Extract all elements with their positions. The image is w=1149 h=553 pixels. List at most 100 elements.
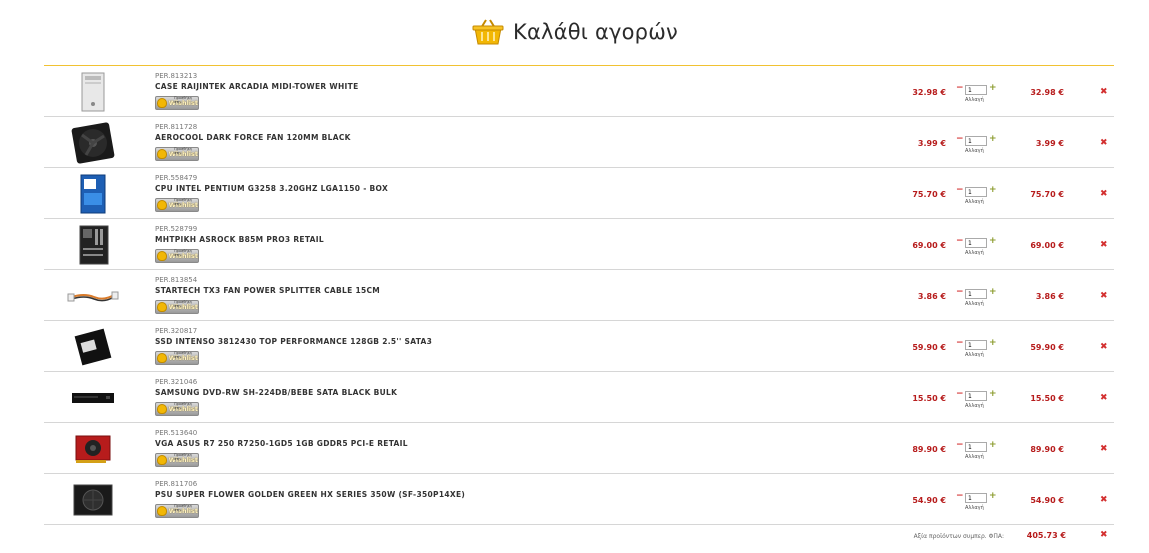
decrease-qty-button[interactable]: − xyxy=(956,236,964,246)
row-total: 54.90 € xyxy=(1030,496,1064,505)
product-name[interactable]: STARTECH TX3 FAN POWER SPLITTER CABLE 15… xyxy=(155,285,755,296)
increase-qty-button[interactable]: + xyxy=(989,134,997,144)
update-qty-link[interactable]: Αλλαγή xyxy=(965,97,984,103)
row-total: 32.98 € xyxy=(1030,88,1064,97)
heart-icon xyxy=(157,251,167,261)
fan-icon[interactable] xyxy=(64,122,122,164)
wishlist-button[interactable]: Προσθήκη στη Wishlist xyxy=(155,147,199,161)
ssd-icon[interactable] xyxy=(64,326,122,368)
decrease-qty-button[interactable]: − xyxy=(956,338,964,348)
quantity-input[interactable] xyxy=(965,136,987,146)
power-supply-icon[interactable] xyxy=(64,479,122,521)
summary-label: Αξία προϊόντων συμπερ. ΦΠΑ: xyxy=(913,533,1004,540)
heart-icon xyxy=(157,455,167,465)
update-qty-link[interactable]: Αλλαγή xyxy=(965,403,984,409)
dvd-drive-icon[interactable] xyxy=(64,377,122,419)
product-info: PER.320817 SSD INTENSO 3812430 TOP PERFO… xyxy=(155,327,755,365)
update-qty-link[interactable]: Αλλαγή xyxy=(965,454,984,460)
increase-qty-button[interactable]: + xyxy=(989,389,997,399)
quantity-input[interactable] xyxy=(965,238,987,248)
increase-qty-button[interactable]: + xyxy=(989,236,997,246)
quantity-input[interactable] xyxy=(965,289,987,299)
product-name[interactable]: ΜΗΤΡΙΚΗ ASROCK B85M PRO3 RETAIL xyxy=(155,234,755,245)
wishlist-button[interactable]: Προσθήκη στη Wishlist xyxy=(155,351,199,365)
quantity-input[interactable] xyxy=(965,187,987,197)
cpu-box-icon[interactable] xyxy=(64,173,122,215)
remove-item-icon[interactable]: ✖ xyxy=(1100,495,1108,505)
quantity-input[interactable] xyxy=(965,442,987,452)
quantity-input[interactable] xyxy=(965,493,987,503)
remove-item-icon[interactable]: ✖ xyxy=(1100,291,1108,301)
wishlist-button[interactable]: Προσθήκη στη Wishlist xyxy=(155,453,199,467)
remove-item-icon[interactable]: ✖ xyxy=(1100,87,1108,97)
cart-header: Καλάθι αγορών xyxy=(0,14,1149,50)
clear-cart-icon[interactable]: ✖ xyxy=(1100,530,1108,540)
pc-case-icon[interactable] xyxy=(64,71,122,113)
update-qty-link[interactable]: Αλλαγή xyxy=(965,148,984,154)
quantity-input[interactable] xyxy=(965,340,987,350)
quantity-stepper: − + Αλλαγή xyxy=(954,83,998,107)
decrease-qty-button[interactable]: − xyxy=(956,389,964,399)
increase-qty-button[interactable]: + xyxy=(989,440,997,450)
decrease-qty-button[interactable]: − xyxy=(956,287,964,297)
product-name[interactable]: CPU INTEL PENTIUM G3258 3.20GHZ LGA1150 … xyxy=(155,183,755,194)
increase-qty-button[interactable]: + xyxy=(989,287,997,297)
remove-item-icon[interactable]: ✖ xyxy=(1100,189,1108,199)
decrease-qty-button[interactable]: − xyxy=(956,491,964,501)
product-name[interactable]: CASE RAIJINTEK ARCADIA MIDI-TOWER WHITE xyxy=(155,81,755,92)
heart-icon xyxy=(157,149,167,159)
cart-row: PER.558479 CPU INTEL PENTIUM G3258 3.20G… xyxy=(44,168,1114,219)
wishlist-button[interactable]: Προσθήκη στη Wishlist xyxy=(155,504,199,518)
quantity-input[interactable] xyxy=(965,391,987,401)
increase-qty-button[interactable]: + xyxy=(989,338,997,348)
product-name[interactable]: SAMSUNG DVD-RW SH-224DB/BEBE SATA BLACK … xyxy=(155,387,755,398)
update-qty-link[interactable]: Αλλαγή xyxy=(965,301,984,307)
quantity-input[interactable] xyxy=(965,85,987,95)
unit-price: 3.99 € xyxy=(917,139,946,148)
product-code: PER.811706 xyxy=(155,480,198,488)
quantity-stepper: − + Αλλαγή xyxy=(954,236,998,260)
wishlist-small-text: Προσθήκη στη xyxy=(174,249,192,257)
decrease-qty-button[interactable]: − xyxy=(956,185,964,195)
wishlist-small-text: Προσθήκη στη xyxy=(174,402,192,410)
heart-icon xyxy=(157,98,167,108)
increase-qty-button[interactable]: + xyxy=(989,491,997,501)
increase-qty-button[interactable]: + xyxy=(989,185,997,195)
wishlist-button[interactable]: Προσθήκη στη Wishlist xyxy=(155,249,199,263)
decrease-qty-button[interactable]: − xyxy=(956,83,964,93)
update-qty-link[interactable]: Αλλαγή xyxy=(965,250,984,256)
product-info: PER.811728 AEROCOOL DARK FORCE FAN 120MM… xyxy=(155,123,755,161)
wishlist-button[interactable]: Προσθήκη στη Wishlist xyxy=(155,198,199,212)
wishlist-button[interactable]: Προσθήκη στη Wishlist xyxy=(155,402,199,416)
remove-item-icon[interactable]: ✖ xyxy=(1100,444,1108,454)
product-name[interactable]: SSD INTENSO 3812430 TOP PERFORMANCE 128G… xyxy=(155,336,755,347)
wishlist-button[interactable]: Προσθήκη στη Wishlist xyxy=(155,96,199,110)
product-code: PER.813213 xyxy=(155,72,198,80)
remove-item-icon[interactable]: ✖ xyxy=(1100,138,1108,148)
wishlist-button[interactable]: Προσθήκη στη Wishlist xyxy=(155,300,199,314)
quantity-stepper: − + Αλλαγή xyxy=(954,440,998,464)
product-name[interactable]: PSU SUPER FLOWER GOLDEN GREEN HX SERIES … xyxy=(155,489,755,500)
product-name[interactable]: VGA ASUS R7 250 R7250-1GD5 1GB GDDR5 PCI… xyxy=(155,438,755,449)
increase-qty-button[interactable]: + xyxy=(989,83,997,93)
product-name[interactable]: AEROCOOL DARK FORCE FAN 120MM BLACK xyxy=(155,132,755,143)
update-qty-link[interactable]: Αλλαγή xyxy=(965,199,984,205)
product-info: PER.813854 STARTECH TX3 FAN POWER SPLITT… xyxy=(155,276,755,314)
motherboard-icon[interactable] xyxy=(64,224,122,266)
wishlist-small-text: Προσθήκη στη xyxy=(174,198,192,206)
remove-item-icon[interactable]: ✖ xyxy=(1100,393,1108,403)
update-qty-link[interactable]: Αλλαγή xyxy=(965,505,984,511)
decrease-qty-button[interactable]: − xyxy=(956,134,964,144)
quantity-stepper: − + Αλλαγή xyxy=(954,185,998,209)
product-info: PER.528799 ΜΗΤΡΙΚΗ ASROCK B85M PRO3 RETA… xyxy=(155,225,755,263)
remove-item-icon[interactable]: ✖ xyxy=(1100,240,1108,250)
graphics-card-icon[interactable] xyxy=(64,428,122,470)
cable-icon[interactable] xyxy=(64,275,122,317)
product-info: PER.811706 PSU SUPER FLOWER GOLDEN GREEN… xyxy=(155,480,755,518)
decrease-qty-button[interactable]: − xyxy=(956,440,964,450)
update-qty-link[interactable]: Αλλαγή xyxy=(965,352,984,358)
remove-item-icon[interactable]: ✖ xyxy=(1100,342,1108,352)
quantity-stepper: − + Αλλαγή xyxy=(954,491,998,515)
product-code: PER.513640 xyxy=(155,429,198,437)
product-code: PER.811728 xyxy=(155,123,198,131)
